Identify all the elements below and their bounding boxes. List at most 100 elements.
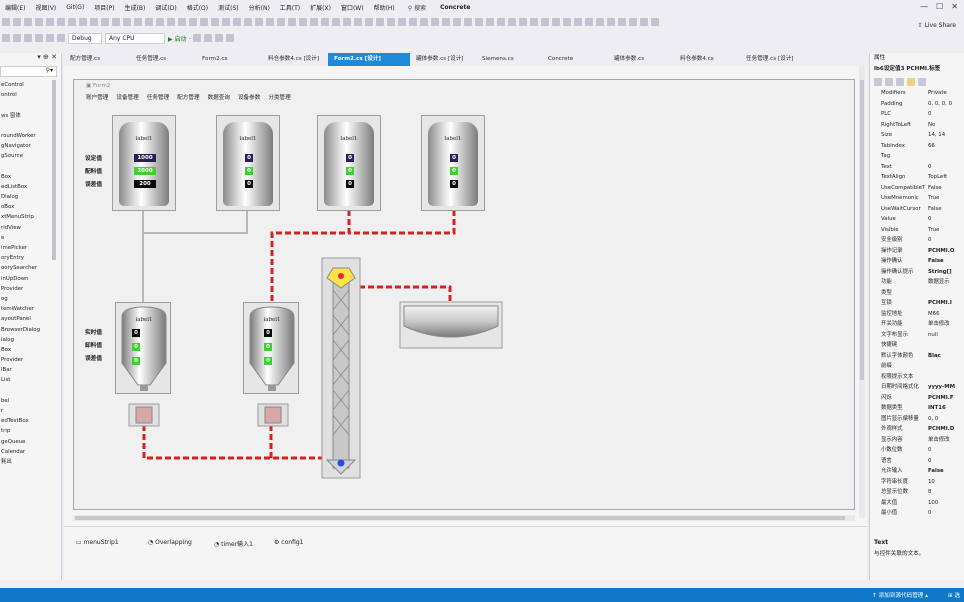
- property-row[interactable]: TabIndex 66: [870, 141, 964, 152]
- property-value[interactable]: String[]: [928, 267, 952, 278]
- toolbar-icon[interactable]: [486, 18, 494, 26]
- property-row[interactable]: Tag: [870, 151, 964, 162]
- property-row[interactable]: UseWaitCursor False: [870, 204, 964, 215]
- tank-value[interactable]: 0: [132, 357, 140, 365]
- document-tab[interactable]: Concrete: [542, 53, 608, 66]
- document-tab[interactable]: 罐体参数.cs [设计]: [410, 53, 476, 66]
- property-value[interactable]: PCHMI.I: [928, 298, 952, 309]
- new-project-icon[interactable]: [2, 34, 10, 42]
- tank-value[interactable]: 0: [132, 329, 140, 337]
- toolbar-icon[interactable]: [46, 18, 54, 26]
- lower-tank[interactable]: label1 0 0 0: [243, 302, 299, 394]
- toolbox-search-input[interactable]: ⚲▾: [0, 66, 57, 77]
- toolbar-icon[interactable]: [277, 18, 285, 26]
- toolbar-icon[interactable]: [204, 34, 213, 42]
- property-value[interactable]: 66: [928, 141, 935, 152]
- toolbar-icon[interactable]: [226, 34, 235, 42]
- property-value[interactable]: 8: [928, 487, 931, 498]
- property-row[interactable]: Visible True: [870, 225, 964, 236]
- property-row[interactable]: RightToLeft No: [870, 120, 964, 131]
- property-row[interactable]: 语言 0: [870, 456, 964, 467]
- toolbar-icon[interactable]: [244, 18, 252, 26]
- property-row[interactable]: 闪烁 PCHMI.F: [870, 393, 964, 404]
- component-menustrip[interactable]: ▭ menuStrip1: [76, 539, 119, 546]
- toolbar-icon[interactable]: [530, 18, 538, 26]
- scroll-thumb[interactable]: [860, 80, 864, 380]
- property-value[interactable]: 单击修改: [928, 319, 950, 330]
- property-row[interactable]: 外观样式 PCHMI.D: [870, 424, 964, 435]
- property-value[interactable]: PCHMI.F: [928, 393, 954, 404]
- property-row[interactable]: 操作记录 PCHMI.O: [870, 246, 964, 257]
- document-tab[interactable]: 任务管理.cs: [130, 53, 196, 66]
- property-row[interactable]: 允许输入 False: [870, 466, 964, 477]
- component-config[interactable]: ⚙ config1: [274, 539, 303, 546]
- property-value[interactable]: 0: [928, 508, 931, 519]
- toolbar-icon[interactable]: [541, 18, 549, 26]
- menu-item-edit[interactable]: 编辑(E): [0, 3, 30, 12]
- toolbar-icon[interactable]: [365, 18, 373, 26]
- property-value[interactable]: 0: [928, 162, 931, 173]
- document-tab[interactable]: 料仓参数4.cs: [674, 53, 740, 66]
- tank-value[interactable]: 0: [245, 167, 253, 175]
- property-row[interactable]: 最大值 100: [870, 498, 964, 509]
- property-row[interactable]: UseCompatibleT False: [870, 183, 964, 194]
- platform-select[interactable]: Any CPU: [105, 32, 165, 44]
- toolbar-icon[interactable]: [266, 18, 274, 26]
- toolbox-item[interactable]: Box: [0, 345, 61, 355]
- save-icon[interactable]: [24, 34, 32, 42]
- close-icon[interactable]: ✕: [951, 2, 958, 11]
- property-row[interactable]: 总显示位数 8: [870, 487, 964, 498]
- property-row[interactable]: 显示内容 单击修改: [870, 435, 964, 446]
- toolbar-icon[interactable]: [354, 18, 362, 26]
- toolbar-icon[interactable]: [398, 18, 406, 26]
- toolbox-item[interactable]: 耗出: [0, 457, 61, 467]
- toolbar-icon[interactable]: [24, 18, 32, 26]
- property-value[interactable]: False: [928, 183, 942, 194]
- property-row[interactable]: TextAlign TopLeft: [870, 172, 964, 183]
- toolbar-icon[interactable]: [123, 18, 131, 26]
- toolbox-item[interactable]: temWatcher: [0, 304, 61, 314]
- document-tab[interactable]: 罐体参数.cs: [608, 53, 674, 66]
- alphabetical-icon[interactable]: [885, 77, 893, 86]
- toolbar-icon[interactable]: [222, 18, 230, 26]
- menu-item-window[interactable]: 窗口(W): [336, 3, 369, 12]
- open-icon[interactable]: [13, 34, 21, 42]
- menu-item-project[interactable]: 项目(P): [89, 3, 119, 12]
- upper-tank[interactable]: label1 0 0 0: [216, 115, 280, 211]
- toolbar-icon[interactable]: [310, 18, 318, 26]
- toolbar-icon[interactable]: [233, 18, 241, 26]
- upper-tank[interactable]: label1 1000 2000 200: [112, 115, 176, 211]
- property-row[interactable]: 快捷键: [870, 340, 964, 351]
- toolbar-icon[interactable]: [35, 18, 43, 26]
- toolbox-item[interactable]: Provider: [0, 284, 61, 294]
- property-value[interactable]: 0, 0, 0, 0: [928, 99, 952, 110]
- toolbar-icon[interactable]: [134, 18, 142, 26]
- toolbar-icon[interactable]: [343, 18, 351, 26]
- property-row[interactable]: 互锁 PCHMI.I: [870, 298, 964, 309]
- property-value[interactable]: 数据显示: [928, 277, 950, 288]
- toolbar-icon[interactable]: [409, 18, 417, 26]
- start-button[interactable]: ▶ 启动 ·: [168, 34, 190, 43]
- tank-value[interactable]: 0: [450, 180, 458, 188]
- toolbar-icon[interactable]: [13, 18, 21, 26]
- toolbar-icon[interactable]: [332, 18, 340, 26]
- toolbox-item[interactable]: Provider: [0, 355, 61, 365]
- toolbar-icon[interactable]: [68, 18, 76, 26]
- property-value[interactable]: PCHMI.O: [928, 246, 954, 257]
- status-right-item[interactable]: ⊞ 选: [948, 591, 960, 599]
- property-value[interactable]: 0: [928, 456, 931, 467]
- menu-item-build[interactable]: 生成(B): [120, 3, 151, 12]
- toolbox-item[interactable]: BrowserDialog: [0, 325, 61, 335]
- toolbox-item[interactable]: inUpDown: [0, 274, 61, 284]
- toolbar-icon[interactable]: [200, 18, 208, 26]
- menu-item-extensions[interactable]: 扩展(X): [305, 3, 336, 12]
- scroll-thumb[interactable]: [75, 516, 845, 520]
- toolbar-icon[interactable]: [90, 18, 98, 26]
- menu-item-git[interactable]: Git(G): [61, 4, 89, 11]
- document-tab[interactable]: 料仓参数4.cs [设计]: [262, 53, 328, 66]
- document-tab[interactable]: Siemens.cs: [476, 53, 542, 66]
- menu-item-debug[interactable]: 调试(D): [150, 3, 181, 12]
- property-row[interactable]: UseMnemonic True: [870, 193, 964, 204]
- property-row[interactable]: 前缀: [870, 361, 964, 372]
- property-value[interactable]: 0: [928, 214, 931, 225]
